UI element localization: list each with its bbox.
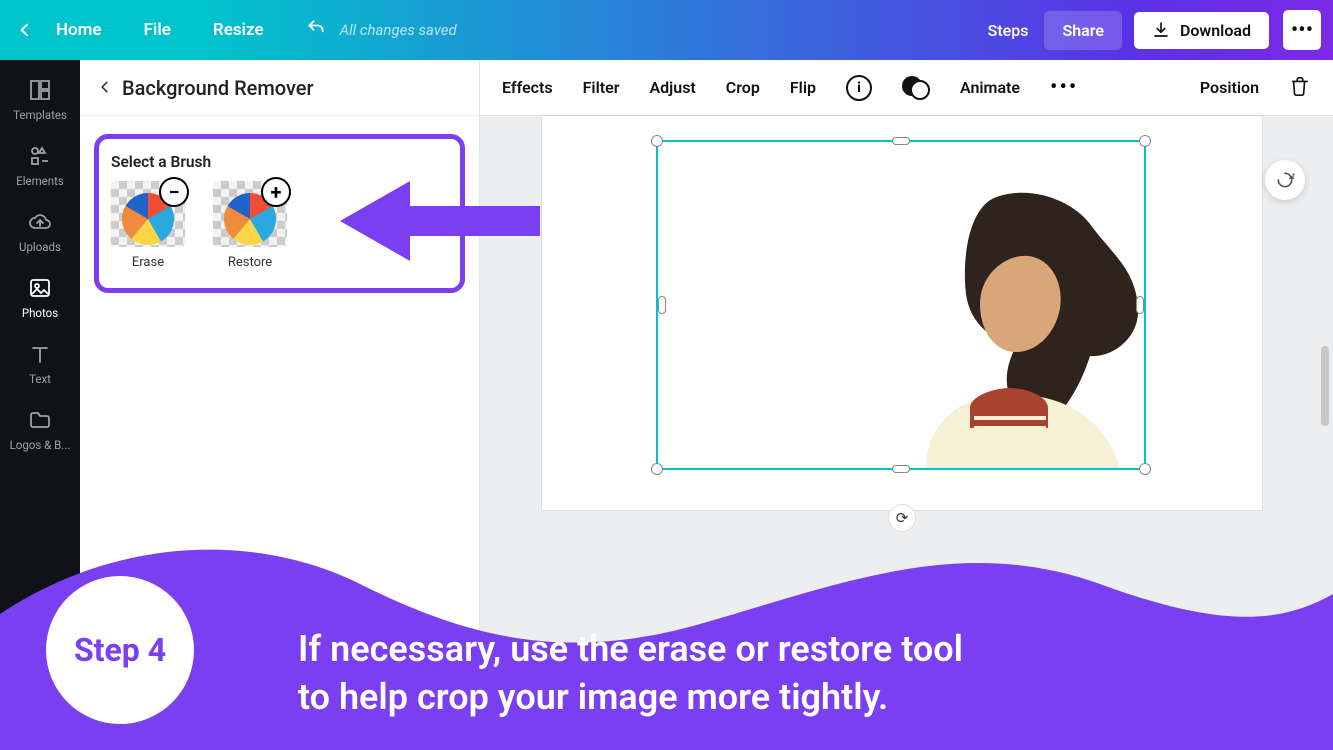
top-bar: Home File Resize All changes saved Steps…: [0, 0, 1333, 60]
tutorial-line1: If necessary, use the erase or restore t…: [298, 625, 1293, 674]
brush-selection-box: Select a Brush − Erase + Restore: [94, 134, 465, 293]
resize-handle-br[interactable]: [1139, 463, 1151, 475]
rail-uploads-label: Uploads: [19, 240, 61, 254]
assist-fab-icon[interactable]: +: [1265, 160, 1305, 200]
info-icon[interactable]: i: [846, 75, 872, 101]
brush-restore-option[interactable]: + Restore: [213, 181, 287, 270]
photos-icon: [28, 276, 52, 300]
crop-button[interactable]: Crop: [726, 78, 760, 97]
transparency-icon[interactable]: [902, 76, 930, 100]
resize-handle-tr[interactable]: [1139, 135, 1151, 147]
rail-text-label: Text: [29, 372, 51, 386]
top-more-button[interactable]: •••: [1283, 10, 1321, 50]
subject-image[interactable]: [884, 188, 1144, 468]
share-button[interactable]: Share: [1044, 11, 1122, 50]
rail-templates-label: Templates: [13, 108, 67, 122]
adjust-button[interactable]: Adjust: [649, 78, 695, 97]
selection-frame[interactable]: [656, 140, 1146, 470]
design-page[interactable]: ⟳: [542, 116, 1262, 510]
rail-logos[interactable]: Logos & B...: [0, 396, 80, 462]
nav-home[interactable]: Home: [56, 20, 102, 40]
back-chevron-icon[interactable]: [12, 17, 38, 43]
folder-icon: [28, 408, 52, 432]
effects-button[interactable]: Effects: [502, 78, 553, 97]
rail-photos[interactable]: Photos: [0, 264, 80, 330]
brush-heading: Select a Brush: [111, 153, 448, 171]
animate-button[interactable]: Animate: [960, 78, 1020, 97]
resize-handle-b[interactable]: [892, 465, 910, 473]
restore-thumb: +: [213, 181, 287, 247]
text-icon: [28, 342, 52, 366]
context-toolbar: Effects Filter Adjust Crop Flip i Animat…: [480, 60, 1333, 116]
resize-handle-l[interactable]: [658, 296, 666, 314]
brush-erase-option[interactable]: − Erase: [111, 181, 185, 270]
flip-button[interactable]: Flip: [790, 78, 816, 97]
rail-logos-label: Logos & B...: [10, 438, 71, 452]
nav-file[interactable]: File: [144, 20, 171, 40]
rail-templates[interactable]: Templates: [0, 66, 80, 132]
rail-elements[interactable]: Elements: [0, 132, 80, 198]
resize-handle-t[interactable]: [892, 137, 910, 145]
svg-text:+: +: [1292, 171, 1295, 180]
download-label: Download: [1180, 21, 1251, 40]
download-button[interactable]: Download: [1134, 12, 1269, 49]
tutorial-line2: to help crop your image more tightly.: [298, 673, 1293, 722]
panel-title: Background Remover: [122, 76, 314, 100]
elements-icon: [28, 144, 52, 168]
context-more-button[interactable]: •••: [1050, 75, 1078, 100]
erase-thumb: −: [111, 181, 185, 247]
save-status: All changes saved: [340, 21, 457, 39]
position-button[interactable]: Position: [1200, 78, 1259, 97]
filter-button[interactable]: Filter: [583, 78, 620, 97]
rail-photos-label: Photos: [22, 306, 58, 320]
panel-back-icon[interactable]: [98, 75, 112, 100]
delete-icon[interactable]: [1289, 75, 1311, 101]
restore-label: Restore: [228, 255, 272, 270]
resize-handle-tl[interactable]: [651, 135, 663, 147]
panel-breadcrumb: Background Remover: [80, 60, 479, 116]
step-badge: Step 4: [46, 576, 194, 724]
vertical-scrollbar[interactable]: [1321, 346, 1329, 426]
tutorial-text: If necessary, use the erase or restore t…: [298, 625, 1293, 722]
step-label: Step 4: [74, 631, 166, 669]
steps-button[interactable]: Steps: [984, 13, 1033, 48]
rail-uploads[interactable]: Uploads: [0, 198, 80, 264]
nav-resize[interactable]: Resize: [213, 20, 264, 40]
resize-handle-bl[interactable]: [651, 463, 663, 475]
undo-icon[interactable]: [306, 18, 326, 42]
uploads-icon: [28, 210, 52, 234]
resize-handle-r[interactable]: [1136, 296, 1144, 314]
templates-icon: [28, 78, 52, 102]
minus-icon: −: [159, 177, 189, 207]
plus-icon: +: [261, 177, 291, 207]
sync-icon[interactable]: ⟳: [888, 504, 916, 532]
erase-label: Erase: [132, 255, 164, 270]
rail-elements-label: Elements: [16, 174, 64, 188]
rail-text[interactable]: Text: [0, 330, 80, 396]
